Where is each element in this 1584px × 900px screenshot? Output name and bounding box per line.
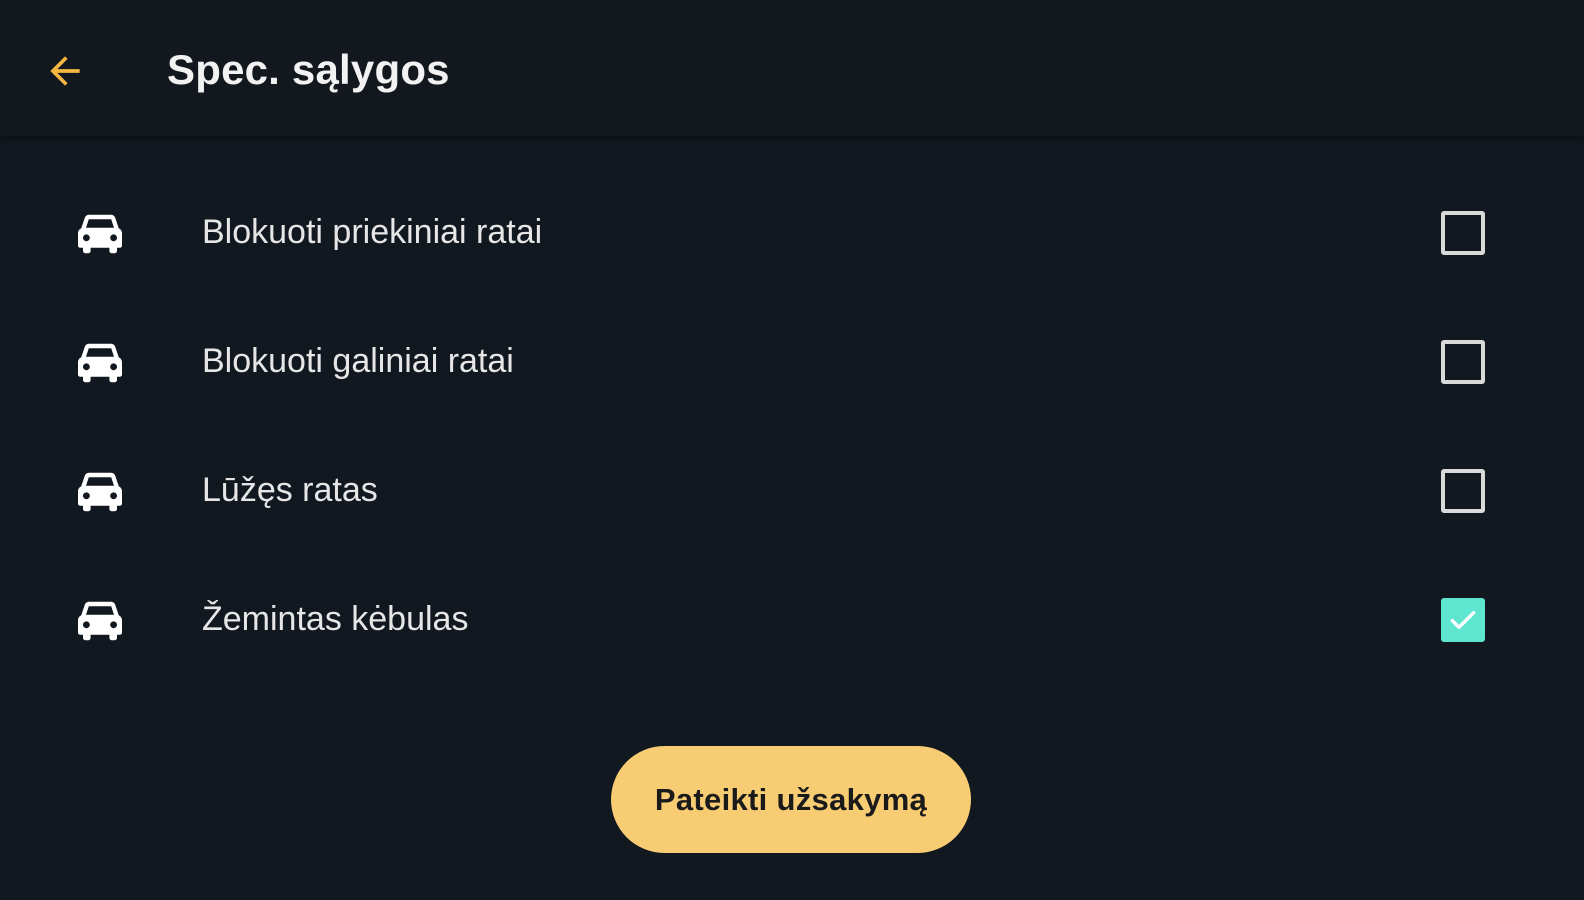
option-row-front-wheels-locked[interactable]: Blokuoti priekiniai ratai <box>0 168 1584 297</box>
check-icon <box>1450 610 1476 630</box>
option-label: Lūžęs ratas <box>202 471 378 509</box>
top-app-bar: Spec. sąlygos <box>0 0 1584 136</box>
submit-order-button[interactable]: Pateikti užsakymą <box>611 746 971 853</box>
option-label: Blokuoti priekiniai ratai <box>202 213 543 251</box>
checkbox-broken-wheel[interactable] <box>1441 469 1485 513</box>
car-icon <box>78 343 122 383</box>
options-list: Blokuoti priekiniai ratai Blokuoti galin… <box>0 168 1584 684</box>
car-icon <box>78 472 122 512</box>
checkbox-rear-wheels-locked[interactable] <box>1441 340 1485 384</box>
option-row-broken-wheel[interactable]: Lūžęs ratas <box>0 426 1584 555</box>
app-screen: Spec. sąlygos Blokuoti priekiniai ratai … <box>0 0 1584 900</box>
option-row-rear-wheels-locked[interactable]: Blokuoti galiniai ratai <box>0 297 1584 426</box>
option-label: Blokuoti galiniai ratai <box>202 342 514 380</box>
page-title: Spec. sąlygos <box>167 46 450 93</box>
car-icon <box>78 214 122 254</box>
checkbox-lowered-body[interactable] <box>1441 598 1485 642</box>
option-label: Žemintas kėbulas <box>202 600 469 638</box>
arrow-left-icon <box>50 56 80 86</box>
option-row-lowered-body[interactable]: Žemintas kėbulas <box>0 555 1584 684</box>
submit-order-label: Pateikti užsakymą <box>654 781 928 817</box>
car-icon <box>78 601 122 641</box>
checkbox-front-wheels-locked[interactable] <box>1441 211 1485 255</box>
back-button[interactable] <box>30 36 100 106</box>
